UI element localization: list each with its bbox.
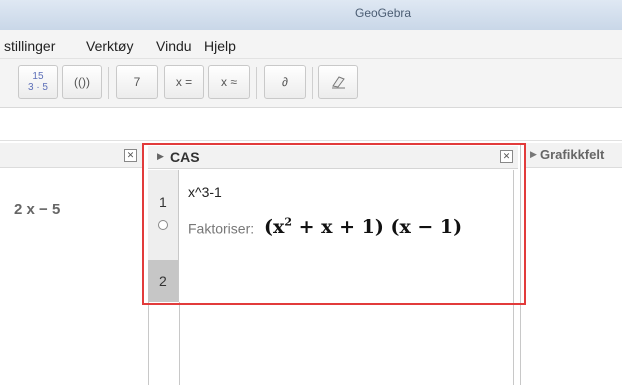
fraction-tool-button[interactable]: 15 3 · 5: [18, 65, 58, 99]
divider: [148, 302, 149, 385]
toolbar-separator: [108, 67, 109, 99]
substitute-button[interactable]: 7: [116, 65, 158, 99]
fraction-top-label: 15: [32, 71, 44, 82]
divider: [179, 302, 180, 385]
menu-bar: stillinger Verktøy Vindu Hjelp: [0, 30, 622, 59]
menu-help[interactable]: Hjelp: [204, 38, 236, 54]
evaluate-icon: x =: [175, 75, 193, 89]
title-bar: GeoGebra: [0, 0, 622, 30]
window-title: GeoGebra: [355, 6, 412, 20]
highlight-frame: [142, 143, 526, 305]
menu-settings[interactable]: stillinger: [4, 38, 55, 54]
close-icon[interactable]: ✕: [124, 149, 137, 162]
numeric-button[interactable]: x ≈: [208, 65, 250, 99]
collapse-triangle-icon[interactable]: ▶: [530, 149, 537, 160]
graphics-view-header: ▶ Grafikkfelt: [526, 143, 622, 168]
derivative-icon: ∂: [282, 75, 288, 89]
keep-input-button[interactable]: (()): [62, 65, 102, 99]
fraction-bottom-label: 3 · 5: [27, 82, 48, 93]
delete-button[interactable]: [318, 65, 358, 99]
menu-window[interactable]: Vindu: [156, 38, 192, 54]
substitute-icon: 7: [133, 75, 141, 89]
input-bar[interactable]: [0, 108, 622, 141]
menu-tools[interactable]: Verktøy: [86, 38, 133, 54]
algebra-item[interactable]: 2 x − 5: [14, 201, 60, 218]
parentheses-icon: (()): [74, 75, 90, 89]
algebra-view-header: ✕: [0, 143, 142, 168]
eraser-icon: [332, 76, 345, 89]
derivative-button[interactable]: ∂: [264, 65, 306, 99]
numeric-icon: x ≈: [221, 75, 237, 89]
toolbar: 15 3 · 5 (()) 7 x = x ≈ ∂: [0, 59, 622, 108]
fraction-icon: 15 3 · 5: [28, 71, 48, 93]
toolbar-separator: [256, 67, 257, 99]
evaluate-button[interactable]: x =: [164, 65, 204, 99]
toolbar-separator: [312, 67, 313, 99]
graphics-title: Grafikkfelt: [540, 147, 605, 162]
